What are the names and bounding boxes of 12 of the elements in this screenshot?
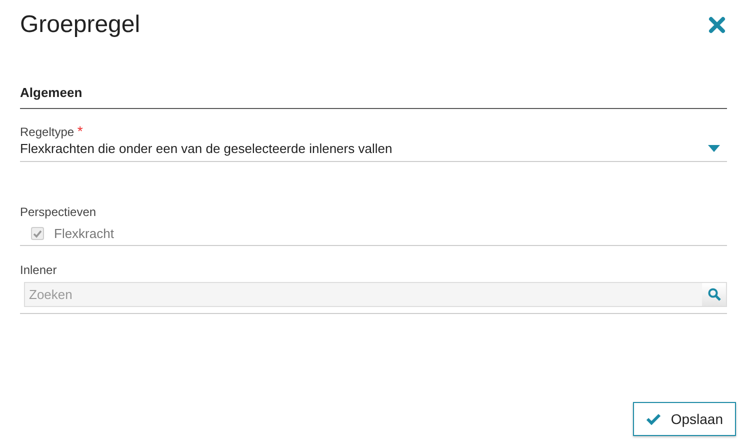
field-label: Regeltype xyxy=(20,125,74,139)
checkbox-label: Flexkracht xyxy=(54,226,114,241)
checkmark-icon xyxy=(646,413,661,425)
dialog-title: Groepregel xyxy=(20,11,140,39)
save-button[interactable]: Opslaan xyxy=(632,402,736,436)
field-label: Perspectieven xyxy=(20,205,96,219)
section-heading: Algemeen xyxy=(20,85,727,109)
field-label: Inlener xyxy=(20,263,57,277)
caret-icon xyxy=(708,145,720,152)
required-mark: * xyxy=(77,123,83,139)
rule-type-dropdown[interactable]: Flexkrachten die onder een van de geselecteerde inleners vallen xyxy=(20,138,727,162)
close-icon[interactable] xyxy=(708,16,726,34)
